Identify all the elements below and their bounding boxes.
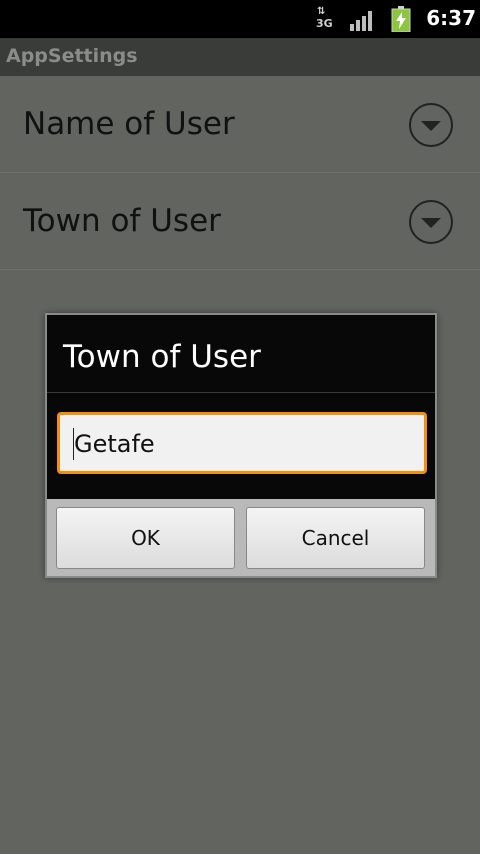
dialog-header: Town of User (47, 315, 435, 393)
preference-town-of-user[interactable]: Town of User (0, 173, 480, 270)
battery-charging-icon (391, 6, 411, 32)
town-input-value: Getafe (74, 430, 155, 458)
clock: 6:37 (426, 6, 476, 30)
preference-name-of-user[interactable]: Name of User (0, 76, 480, 173)
cancel-button[interactable]: Cancel (246, 507, 425, 569)
edit-dialog: Town of User Getafe OK Cancel (45, 313, 437, 578)
dialog-button-bar: OK Cancel (47, 499, 435, 576)
app-title: AppSettings (6, 45, 138, 67)
signal-strength-icon (350, 9, 376, 31)
network-type: 3G (316, 17, 333, 30)
network-arrows: ⇅ (317, 6, 325, 17)
preference-label: Name of User (23, 106, 235, 142)
chevron-down-icon (409, 200, 453, 244)
ok-button[interactable]: OK (56, 507, 235, 569)
dialog-title: Town of User (63, 339, 261, 375)
title-bar: AppSettings (0, 38, 480, 76)
preference-label: Town of User (23, 203, 221, 239)
chevron-down-icon (409, 103, 453, 147)
status-bar: ⇅ 3G 6:37 (0, 0, 480, 38)
data-activity-icon: ⇅ 3G (314, 6, 336, 32)
town-input[interactable]: Getafe (57, 412, 427, 474)
